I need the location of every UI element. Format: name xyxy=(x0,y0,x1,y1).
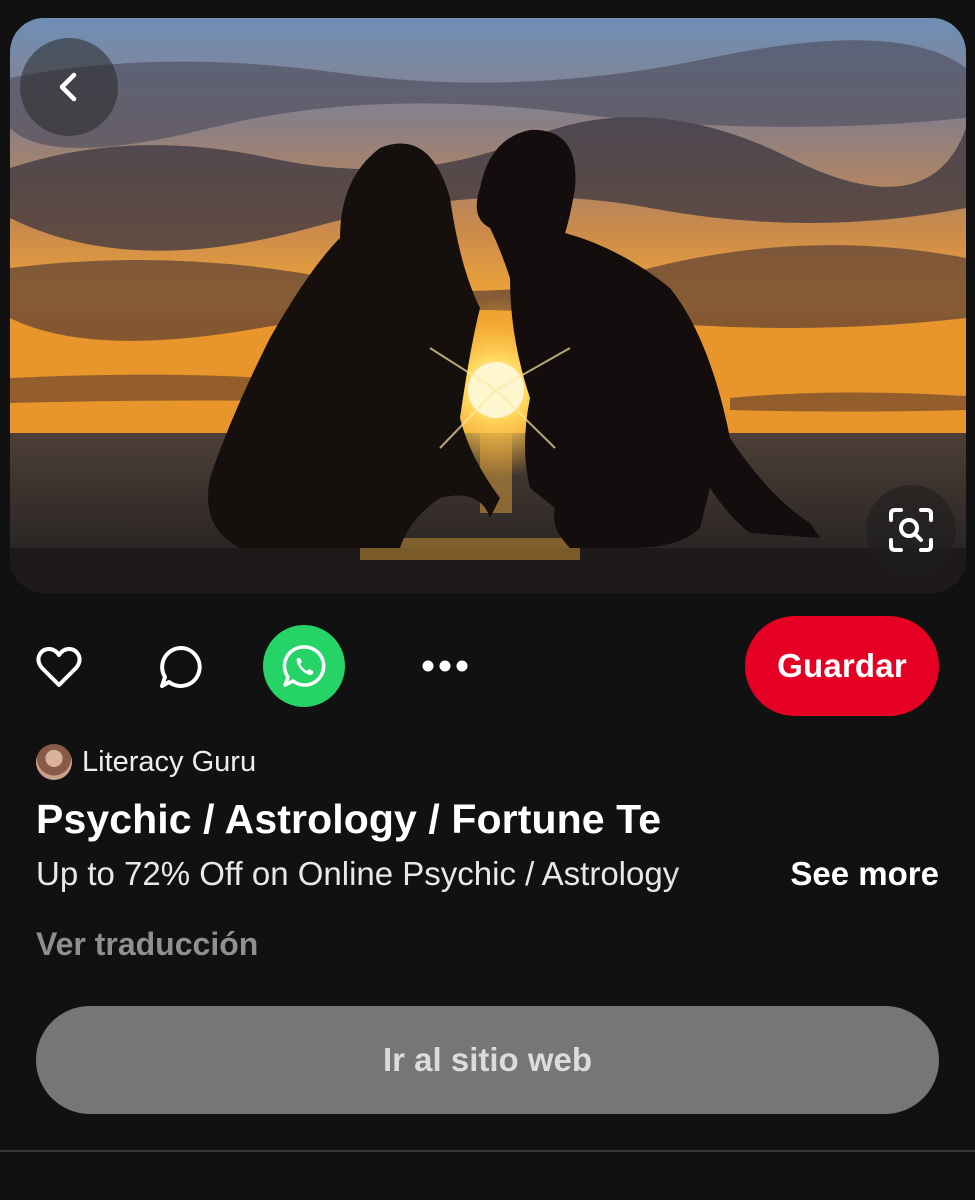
sunset-photo xyxy=(10,18,966,593)
whatsapp-share-button[interactable] xyxy=(263,625,345,707)
visual-search-button[interactable] xyxy=(866,485,956,575)
see-more-link[interactable]: See more xyxy=(790,855,939,893)
whatsapp-icon xyxy=(282,645,326,687)
like-button[interactable] xyxy=(33,641,85,693)
divider xyxy=(0,1150,975,1152)
save-button[interactable]: Guardar xyxy=(745,616,939,716)
comment-icon xyxy=(160,646,202,688)
more-options-button[interactable] xyxy=(418,646,472,686)
more-icon xyxy=(422,660,468,672)
back-button[interactable] xyxy=(20,38,118,136)
description-row: Up to 72% Off on Online Psychic / Astrol… xyxy=(36,855,939,899)
pin-image[interactable] xyxy=(10,18,966,593)
creator-profile[interactable]: Literacy Guru xyxy=(36,742,256,782)
translate-link[interactable]: Ver traducción xyxy=(36,926,258,963)
back-icon xyxy=(59,72,77,102)
pin-description: Up to 72% Off on Online Psychic / Astrol… xyxy=(36,855,680,892)
creator-name[interactable]: Literacy Guru xyxy=(82,746,256,779)
pin-title: Psychic / Astrology / Fortune Te xyxy=(36,796,662,842)
visual-search-icon xyxy=(889,508,933,552)
visit-website-button[interactable]: Ir al sitio web xyxy=(36,1006,939,1114)
heart-icon xyxy=(36,647,82,687)
avatar[interactable] xyxy=(36,744,72,780)
action-bar: Guardar xyxy=(0,616,975,716)
comment-button[interactable] xyxy=(155,641,207,693)
